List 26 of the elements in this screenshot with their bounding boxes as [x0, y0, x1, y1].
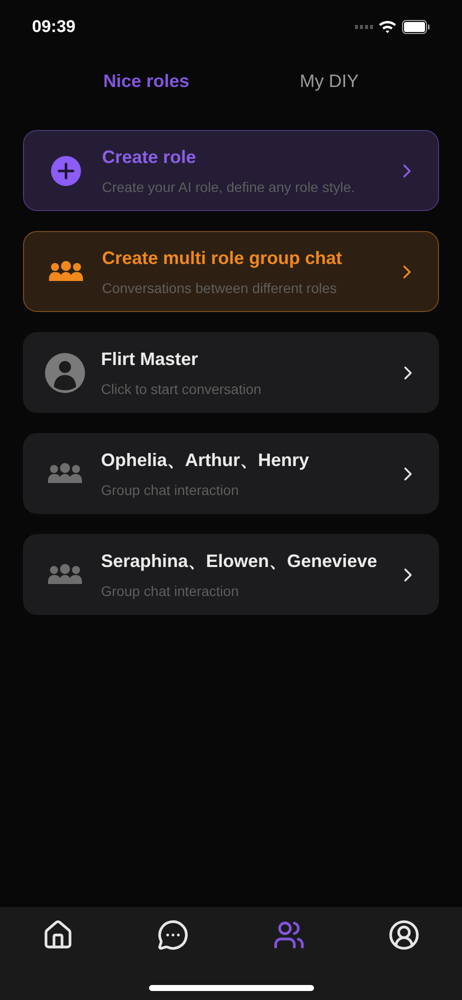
role-card[interactable]: Create multi role group chat Conversations between different roles — [23, 231, 439, 312]
card-title: Seraphina、Elowen、Genevieve — [101, 550, 378, 573]
card-title: Create role — [102, 146, 198, 168]
avatar-icon — [45, 352, 85, 392]
battery-icon — [402, 20, 430, 34]
role-card[interactable]: Create role Create your AI role, define any role style. — [23, 130, 439, 211]
status-time: 09:39 — [32, 16, 76, 38]
card-subtitle: Group chat interaction — [101, 582, 240, 601]
group-icon — [48, 462, 82, 484]
card-title: Flirt Master — [101, 348, 200, 370]
group-icon — [48, 564, 82, 586]
role-card[interactable]: Seraphina、Elowen、Genevieve Group chat interaction — [23, 534, 439, 615]
card-subtitle: Group chat interaction — [101, 480, 240, 500]
card-subtitle: Click to start conversation — [101, 380, 262, 398]
plus-circle-icon — [51, 156, 81, 186]
signal-icon — [355, 25, 373, 29]
tab[interactable]: My DIY — [300, 68, 359, 94]
group-icon — [49, 260, 83, 282]
card-subtitle: Conversations between different roles — [102, 278, 338, 298]
card-subtitle: Create your AI role, define any role style. — [102, 178, 356, 197]
tab[interactable]: Nice roles — [103, 68, 190, 94]
role-card[interactable]: Ophelia、Arthur、Henry Group chat interaction — [23, 433, 439, 514]
card-title: Create multi role group chat — [102, 246, 344, 270]
wifi-icon — [379, 20, 396, 34]
card-title: Ophelia、Arthur、Henry — [101, 448, 310, 472]
role-card[interactable]: Flirt Master Click to start conversation — [23, 332, 439, 413]
